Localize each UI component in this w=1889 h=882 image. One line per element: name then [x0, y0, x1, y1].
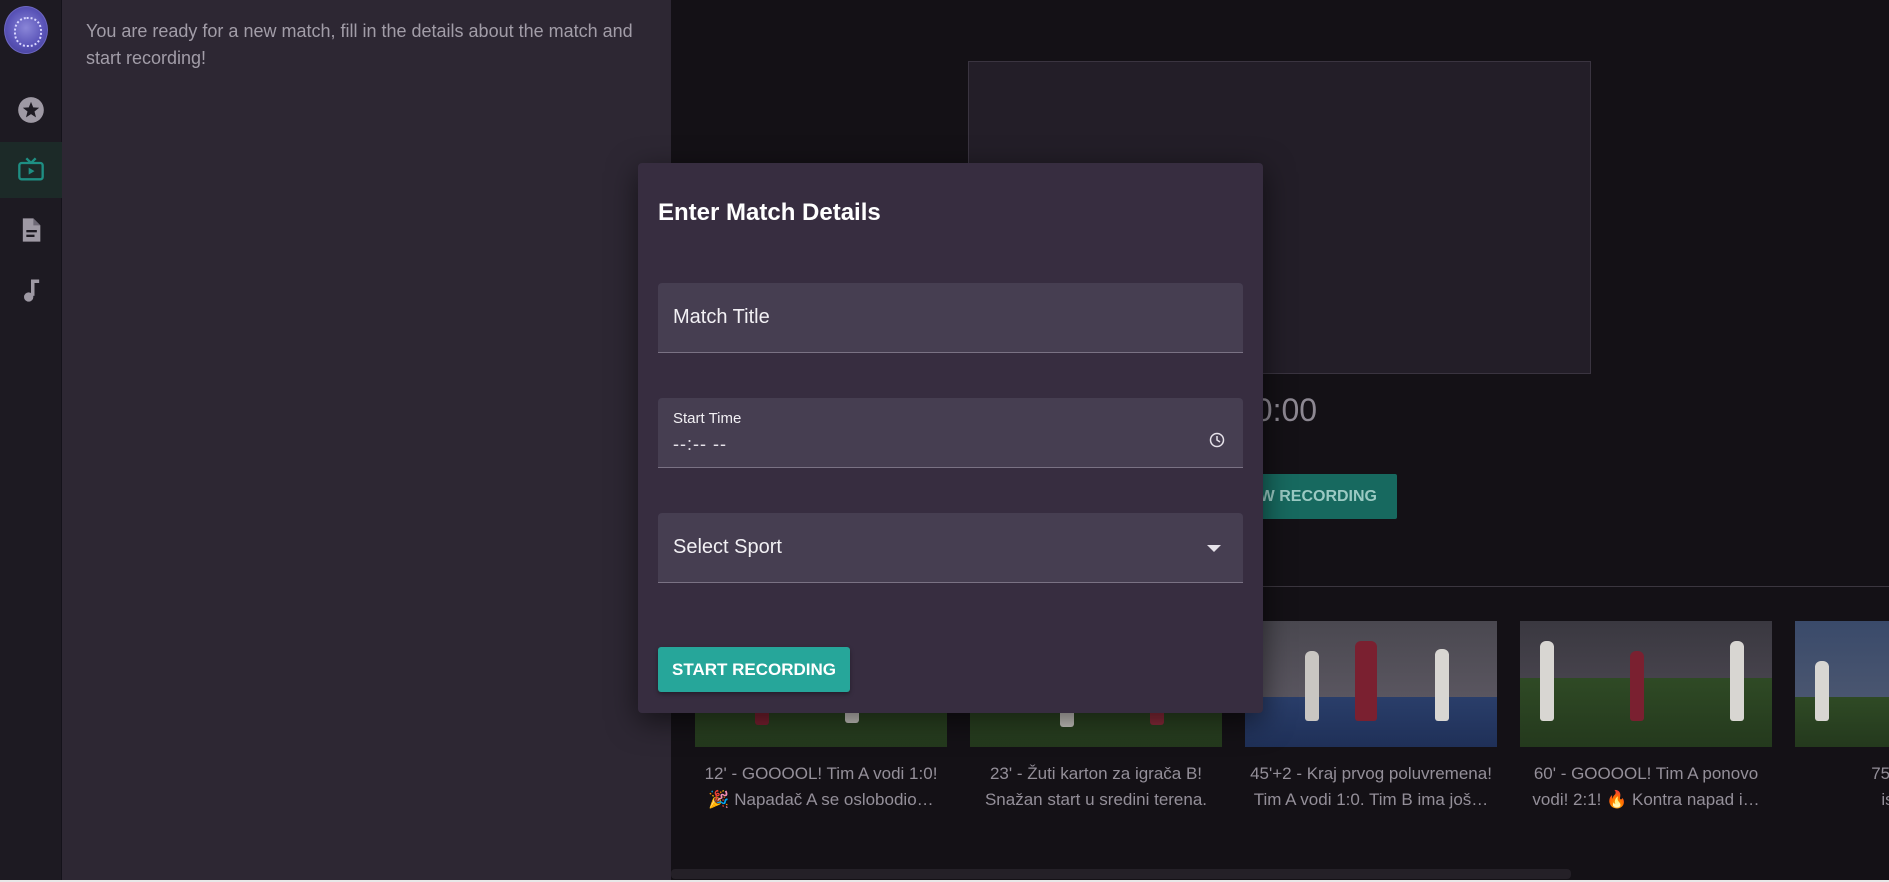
nav-item-audio[interactable]	[0, 262, 62, 318]
dialog-title: Enter Match Details	[658, 199, 881, 226]
chevron-down-icon	[1207, 545, 1221, 552]
section-divider	[1231, 586, 1889, 587]
nav-item-favorites[interactable]	[0, 82, 62, 138]
event-caption-line: 45'+2 - Kraj prvog poluvremena!	[1250, 764, 1492, 783]
event-caption-line: isključen n	[1881, 790, 1889, 809]
star-circle-icon	[18, 97, 44, 123]
event-caption-line: 60' - GOOOOL! Tim A ponovo	[1533, 764, 1759, 783]
nav-item-reports[interactable]	[0, 202, 62, 258]
app-root: You are ready for a new match, fill in t…	[0, 0, 1889, 882]
event-caption-line: vodi! 2:1! 🔥 Kontra napad i…	[1532, 790, 1760, 809]
event-thumbnail	[1795, 621, 1889, 747]
event-caption: 23' - Žuti karton za igrača B! Snažan st…	[970, 761, 1222, 813]
match-title-input[interactable]: Match Title	[658, 283, 1243, 353]
event-card[interactable]: 60' - GOOOOL! Tim A ponovo vodi! 2:1! 🔥 …	[1520, 621, 1772, 813]
music-note-icon	[24, 279, 40, 302]
sport-select[interactable]: Select Sport	[658, 513, 1243, 583]
event-caption-line: 75' - Crveni k	[1871, 764, 1889, 783]
match-details-dialog: Enter Match Details Match Title Start Ti…	[638, 163, 1263, 713]
match-title-label: Match Title	[673, 306, 770, 328]
event-caption: 12' - GOOOOL! Tim A vodi 1:0! 🎉 Napadač …	[695, 761, 947, 813]
info-panel: You are ready for a new match, fill in t…	[62, 0, 671, 880]
clock-icon[interactable]	[1209, 432, 1225, 448]
start-time-label: Start Time	[673, 410, 742, 427]
event-card[interactable]: 45'+2 - Kraj prvog poluvremena! Tim A vo…	[1245, 621, 1497, 813]
event-card[interactable]: 75' - Crveni k isključen n	[1795, 621, 1889, 813]
horizontal-scrollbar[interactable]	[671, 869, 1571, 879]
start-time-value: --:-- --	[673, 434, 727, 454]
start-time-input[interactable]: Start Time --:-- --	[658, 398, 1243, 468]
event-caption-line: Snažan start u sredini terena.	[984, 790, 1208, 809]
nav-rail	[0, 0, 62, 880]
app-logo[interactable]	[4, 6, 48, 54]
ready-message: You are ready for a new match, fill in t…	[86, 21, 633, 68]
event-caption-line: 🎉 Napadač A se oslobodio…	[708, 790, 934, 809]
start-recording-button[interactable]: START RECORDING	[658, 647, 850, 692]
event-caption: 45'+2 - Kraj prvog poluvremena! Tim A vo…	[1245, 761, 1497, 813]
event-thumbnail	[1520, 621, 1772, 747]
document-icon	[22, 218, 41, 242]
sport-select-label: Select Sport	[673, 536, 782, 558]
event-caption: 75' - Crveni k isključen n	[1795, 761, 1889, 813]
nav-item-live[interactable]	[0, 142, 62, 198]
event-thumbnail	[1245, 621, 1497, 747]
event-caption: 60' - GOOOOL! Tim A ponovo vodi! 2:1! 🔥 …	[1520, 761, 1772, 813]
event-caption-line: 12' - GOOOOL! Tim A vodi 1:0!	[704, 764, 938, 783]
event-caption-line: Tim A vodi 1:0. Tim B ima još…	[1253, 790, 1489, 809]
event-caption-line: 23' - Žuti karton za igrača B!	[989, 764, 1203, 783]
live-tv-icon	[18, 157, 44, 181]
